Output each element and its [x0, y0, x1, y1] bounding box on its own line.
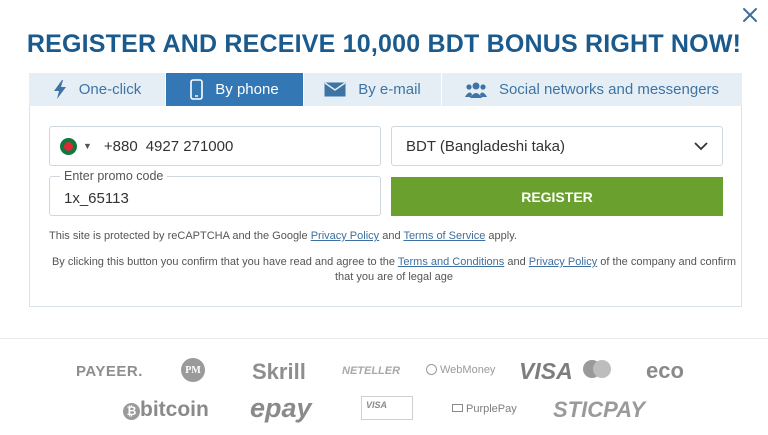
confirm-text: By clicking this button you confirm that… — [51, 256, 396, 268]
and-text: and — [507, 256, 526, 268]
tab-by-phone[interactable]: By phone — [166, 73, 304, 106]
payment-methods: PAYEER. PM Skrill NETELLER WebMoney VISA… — [0, 338, 768, 435]
currency-value: BDT (Bangladeshi taka) — [406, 137, 565, 155]
and-text: and — [382, 230, 401, 242]
purplepay-logo: PurplePay — [452, 403, 517, 415]
lightning-icon — [53, 80, 67, 99]
envelope-icon — [324, 82, 346, 97]
apply-text: apply. — [488, 230, 517, 242]
purplepay-text: PurplePay — [466, 403, 517, 415]
webmoney-text: WebMoney — [440, 364, 496, 376]
webmoney-icon — [426, 364, 437, 375]
phone-input[interactable]: 4927 271000 — [146, 138, 234, 155]
privacy-policy-link[interactable]: Privacy Policy — [529, 256, 597, 268]
webmoney-logo: WebMoney — [426, 364, 495, 376]
promo-code-field[interactable]: Enter promo code 1x_65113 — [49, 169, 381, 216]
eco-logo: eco — [646, 358, 684, 383]
bitcoin-icon: ₿ — [123, 403, 140, 420]
sticpay-logo: STICPAY — [553, 397, 646, 422]
epay-logo: epay — [250, 393, 312, 423]
purplepay-icon — [452, 404, 463, 412]
phone-field[interactable]: ▼ +880 4927 271000 — [49, 126, 381, 166]
tab-label: One-click — [78, 81, 142, 98]
promo-code-label: Enter promo code — [60, 169, 168, 183]
visa-mastercard-card-logo: VISA — [361, 396, 413, 420]
tab-label: Social networks and messengers — [498, 81, 720, 98]
visa-logo: VISA — [519, 358, 573, 384]
registration-tabs: One-click By phone By e-mail Social netw… — [29, 73, 742, 106]
skrill-logo: Skrill — [252, 359, 306, 384]
tab-social-networks[interactable]: Social networks and messengers — [442, 73, 742, 106]
tab-by-email[interactable]: By e-mail — [304, 73, 442, 106]
legal-age-note: By clicking this button you confirm that… — [49, 255, 739, 285]
payeer-logo: PAYEER. — [76, 363, 143, 380]
tab-label: By e-mail — [358, 81, 421, 98]
bitcoin-text: bitcoin — [140, 398, 209, 421]
chevron-down-icon[interactable]: ▼ — [83, 141, 92, 151]
registration-form: ▼ +880 4927 271000 BDT (Bangladeshi taka… — [29, 106, 742, 307]
phone-icon — [190, 79, 204, 100]
terms-of-service-link[interactable]: Terms of Service — [403, 230, 485, 242]
currency-select[interactable]: BDT (Bangladeshi taka) — [391, 126, 723, 166]
register-button[interactable]: REGISTER — [391, 177, 723, 216]
recaptcha-note: This site is protected by reCAPTCHA and … — [49, 230, 517, 242]
recaptcha-text: This site is protected by reCAPTCHA and … — [49, 230, 308, 242]
mastercard-icon — [583, 360, 611, 378]
privacy-policy-link[interactable]: Privacy Policy — [311, 230, 379, 242]
bangladesh-flag-icon[interactable] — [60, 137, 77, 155]
promo-code-input[interactable]: 1x_65113 — [64, 186, 129, 207]
visa-small-text: VISA — [366, 400, 388, 410]
neteller-logo: NETELLER — [342, 365, 401, 377]
perfect-money-logo: PM — [181, 358, 205, 382]
users-icon — [464, 82, 487, 98]
registration-modal: REGISTER AND RECEIVE 10,000 BDT BONUS RI… — [0, 0, 768, 338]
phone-code: +880 — [103, 137, 138, 155]
terms-and-conditions-link[interactable]: Terms and Conditions — [398, 256, 504, 268]
close-icon[interactable] — [740, 5, 760, 25]
modal-title: REGISTER AND RECEIVE 10,000 BDT BONUS RI… — [26, 30, 742, 58]
bitcoin-logo: ₿ bitcoin — [123, 398, 209, 422]
tab-one-click[interactable]: One-click — [29, 73, 166, 106]
tab-label: By phone — [215, 81, 279, 98]
chevron-down-icon — [694, 141, 708, 150]
